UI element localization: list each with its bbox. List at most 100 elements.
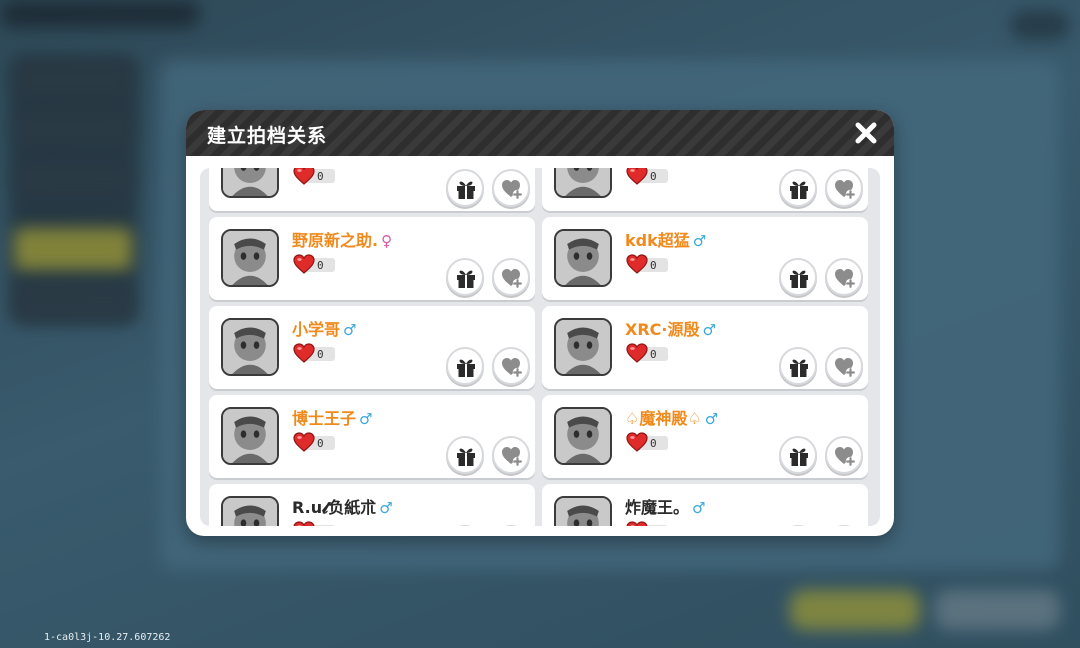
avatar-image [556,498,610,526]
heart-icon [293,432,315,452]
partner-list[interactable]: 0 0 野原新之助. ♀ 0 kdk超猛 ♂ 0 小学哥 ♂ 0 XRC·源殷 … [200,168,880,526]
heart-plus-icon [835,180,856,200]
gift-icon [457,181,475,199]
partner-card: kdk超猛 ♂ 0 [542,217,868,300]
partner-card: 炸魔王。 ♂ [542,484,868,526]
send-gift-button[interactable] [779,258,817,296]
add-favor-button[interactable] [492,525,530,526]
avatar[interactable] [554,229,612,287]
add-favor-button[interactable] [825,347,863,385]
favor-count: 0 [650,437,657,450]
heart-plus-icon [835,358,856,378]
avatar[interactable] [221,229,279,287]
gift-icon [457,448,475,466]
avatar[interactable] [221,318,279,376]
partner-card: XRC·源殷 ♂ 0 [542,306,868,389]
send-gift-button[interactable] [446,258,484,296]
gift-icon [790,448,808,466]
heart-icon [293,254,315,274]
add-favor-button[interactable] [492,258,530,296]
add-favor-button[interactable] [825,169,863,207]
partner-card: 0 [209,168,535,211]
send-gift-button[interactable] [779,436,817,474]
heart-plus-icon [502,180,523,200]
male-icon: ♂ [343,321,357,339]
heart-icon [293,343,315,363]
partner-card: 小学哥 ♂ 0 [209,306,535,389]
partner-name: 博士王子 ♂ [292,405,372,429]
avatar-image [556,168,610,196]
favor-count: 0 [317,259,324,272]
male-icon: ♂ [702,321,716,339]
partner-name: R.u𝓵负紙朮 ♂ [292,494,393,518]
partner-name-text: kdk超猛 [625,231,690,250]
send-gift-button[interactable] [446,436,484,474]
avatar[interactable] [554,168,612,198]
gift-icon [790,359,808,377]
avatar-image [556,231,610,285]
partner-name: 野原新之助. ♀ [292,227,392,251]
heart-icon [626,521,648,526]
send-gift-button[interactable] [779,169,817,207]
partner-name: XRC·源殷 ♂ [625,316,716,340]
close-button[interactable] [852,119,880,147]
male-icon: ♂ [359,410,373,428]
male-icon: ♂ [704,410,719,428]
gift-icon [790,181,808,199]
list-frame: 0 0 野原新之助. ♀ 0 kdk超猛 ♂ 0 小学哥 ♂ 0 XRC·源殷 … [188,156,892,534]
add-favor-button[interactable] [492,436,530,474]
partner-name-text: 博士王子 [292,409,357,428]
partner-dialog: 建立拍档关系 0 0 野原新之助. ♀ 0 kdk超猛 ♂ 0 小学哥 ♂ 0 … [186,110,894,536]
send-gift-button[interactable] [446,169,484,207]
partner-name-text: 野原新之助. [292,231,379,250]
favor-count: 0 [650,170,657,183]
heart-icon [293,168,315,185]
add-favor-button[interactable] [825,525,863,526]
send-gift-button[interactable] [779,525,817,526]
heart-icon [626,168,648,185]
partner-card: ♤魔神殿♤ ♂ 0 [542,395,868,478]
partner-name: 小学哥 ♂ [292,316,356,340]
partner-name: 炸魔王。 ♂ [625,494,705,518]
partner-card: 博士王子 ♂ 0 [209,395,535,478]
add-favor-button[interactable] [492,169,530,207]
add-favor-button[interactable] [825,436,863,474]
favor-count: 0 [650,259,657,272]
avatar[interactable] [554,407,612,465]
avatar-image [223,320,277,374]
heart-plus-icon [502,269,523,289]
avatar[interactable] [221,168,279,198]
send-gift-button[interactable] [446,525,484,526]
male-icon: ♂ [692,499,706,517]
heart-icon [626,254,648,274]
heart-icon [626,432,648,452]
heart-icon [293,521,315,526]
avatar[interactable] [221,407,279,465]
partner-card: 0 [542,168,868,211]
male-icon: ♂ [692,232,707,250]
send-gift-button[interactable] [446,347,484,385]
avatar[interactable] [554,318,612,376]
partner-card: R.u𝓵负紙朮 ♂ [209,484,535,526]
version-label: 1-ca0l3j-10.27.607262 [44,632,171,643]
heart-plus-icon [502,447,523,467]
favor-count: 0 [317,437,324,450]
partner-card: 野原新之助. ♀ 0 [209,217,535,300]
add-favor-button[interactable] [492,347,530,385]
partner-name: ♤魔神殿♤ ♂ [625,405,718,429]
avatar-image [223,498,277,526]
favor-count: 0 [317,348,324,361]
avatar[interactable] [221,496,279,526]
avatar-image [556,409,610,463]
partner-name-text: 炸魔王。 [625,498,690,517]
partner-name-text: R.u𝓵负紙朮 [292,498,377,517]
partner-name-text: ♤魔神殿♤ [625,409,702,428]
male-icon: ♂ [379,499,393,517]
heart-plus-icon [502,358,523,378]
avatar[interactable] [554,496,612,526]
heart-plus-icon [835,269,856,289]
add-favor-button[interactable] [825,258,863,296]
send-gift-button[interactable] [779,347,817,385]
dialog-title: 建立拍档关系 [207,125,328,147]
partner-name-text: 小学哥 [292,320,341,339]
